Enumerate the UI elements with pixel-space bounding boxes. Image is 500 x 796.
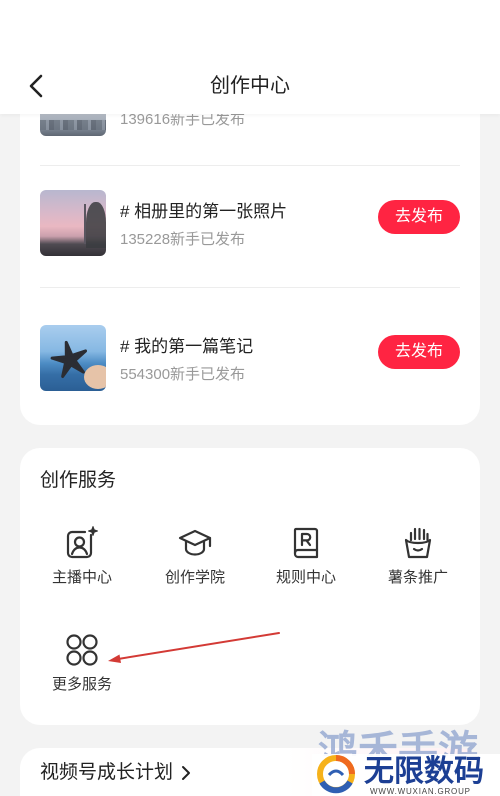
watermark: 无限数码 WWW.WUXIAN.GROUP xyxy=(312,754,500,796)
annotation-arrow xyxy=(108,632,280,663)
graduation-cap-icon xyxy=(177,525,213,561)
service-academy[interactable]: 创作学院 xyxy=(145,525,245,595)
growth-plan-label: 视频号成长计划 xyxy=(40,762,174,783)
publish-button[interactable]: 去发布 xyxy=(378,335,460,369)
service-rules[interactable]: 规则中心 xyxy=(256,525,356,595)
topic-title: # 我的第一篇笔记 xyxy=(120,337,254,356)
service-label: 薯条推广 xyxy=(387,569,448,586)
fries-icon xyxy=(400,525,436,561)
nav-header: 创作中心 xyxy=(0,0,500,114)
service-label: 主播中心 xyxy=(51,569,112,586)
divider xyxy=(40,165,460,166)
section-title: 创作服务 xyxy=(40,470,117,491)
service-fries-promotion[interactable]: 薯条推广 xyxy=(368,525,468,595)
rules-book-icon xyxy=(288,525,324,561)
service-label: 规则中心 xyxy=(275,569,336,586)
topic-thumbnail xyxy=(40,190,106,256)
host-center-icon xyxy=(64,525,100,561)
topic-item[interactable]: # 我的第一篇笔记 554300新手已发布 去发布 xyxy=(20,325,480,391)
topic-item[interactable]: # 相册里的第一张照片 135228新手已发布 去发布 xyxy=(20,190,480,256)
growth-plan-link[interactable]: 视频号成长计划 xyxy=(40,761,191,785)
service-label: 创作学院 xyxy=(164,569,225,586)
service-label: 更多服务 xyxy=(51,676,112,693)
chevron-right-icon xyxy=(181,765,191,781)
topic-thumbnail xyxy=(40,325,106,391)
topic-count: 554300新手已发布 xyxy=(120,366,246,383)
divider xyxy=(40,287,460,288)
service-host-center[interactable]: 主播中心 xyxy=(32,525,132,595)
publish-button[interactable]: 去发布 xyxy=(378,200,460,234)
services-card: 创作服务 主播中心 创作学院 规则中心 薯条推广 更多服务 xyxy=(20,448,480,725)
wuxian-logo-icon xyxy=(317,755,355,794)
page-title: 创作中心 xyxy=(210,75,290,97)
topic-title: # 相册里的第一张照片 xyxy=(120,202,288,221)
grid-circles-icon xyxy=(64,632,100,668)
watermark-brand: 无限数码 xyxy=(364,755,484,788)
topic-count: 135228新手已发布 xyxy=(120,231,246,248)
watermark-url: WWW.WUXIAN.GROUP xyxy=(370,787,471,796)
